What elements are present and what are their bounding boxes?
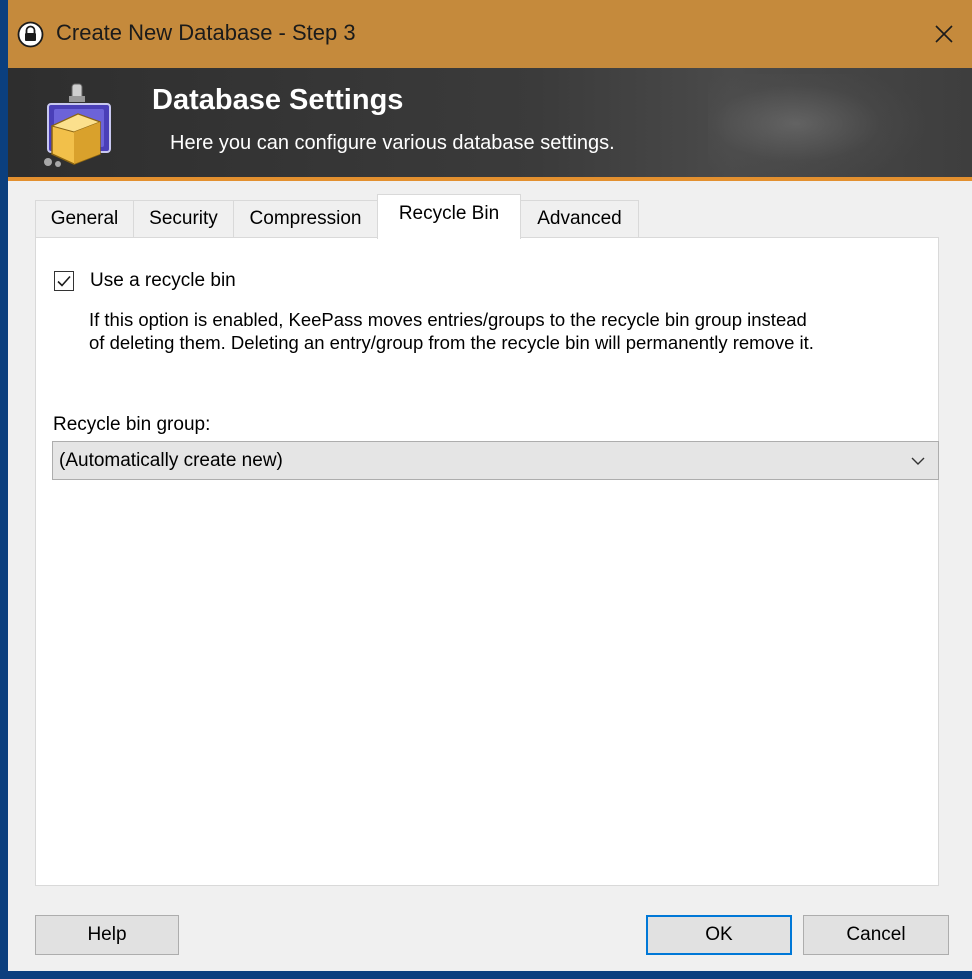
keepass-lock-icon xyxy=(17,21,44,48)
database-icon xyxy=(44,83,111,167)
recycle-bin-group-select[interactable]: (Automatically create new) xyxy=(52,441,939,480)
description-line: If this option is enabled, KeePass moves… xyxy=(89,309,807,330)
banner-decoration xyxy=(708,74,928,181)
title-bar[interactable]: Create New Database - Step 3 xyxy=(8,0,972,68)
chevron-down-icon xyxy=(911,457,925,465)
banner-title: Database Settings xyxy=(152,84,404,116)
recycle-bin-group-label: Recycle bin group: xyxy=(53,414,211,435)
tab-advanced[interactable]: Advanced xyxy=(520,200,639,237)
help-button[interactable]: Help xyxy=(35,915,179,955)
ok-button[interactable]: OK xyxy=(646,915,792,955)
close-icon xyxy=(935,25,953,43)
checkmark-icon xyxy=(57,275,71,287)
close-button[interactable] xyxy=(916,0,972,68)
window-title: Create New Database - Step 3 xyxy=(56,20,356,45)
tab-security[interactable]: Security xyxy=(133,200,234,237)
header-banner: Database Settings Here you can configure… xyxy=(8,68,972,181)
recycle-bin-description: If this option is enabled, KeePass moves… xyxy=(89,308,939,354)
tab-general[interactable]: General xyxy=(35,200,134,237)
tab-recycle-bin[interactable]: Recycle Bin xyxy=(377,194,521,239)
recycle-bin-group-value: (Automatically create new) xyxy=(59,450,283,471)
tab-compression[interactable]: Compression xyxy=(233,200,378,237)
banner-subtitle: Here you can configure various database … xyxy=(170,132,615,154)
cancel-button[interactable]: Cancel xyxy=(803,915,949,955)
create-database-dialog: Create New Database - Step 3 Database Se… xyxy=(8,0,972,971)
description-line: of deleting them. Deleting an entry/grou… xyxy=(89,332,814,353)
use-recycle-bin-label[interactable]: Use a recycle bin xyxy=(90,270,236,292)
use-recycle-bin-checkbox[interactable] xyxy=(54,271,74,291)
